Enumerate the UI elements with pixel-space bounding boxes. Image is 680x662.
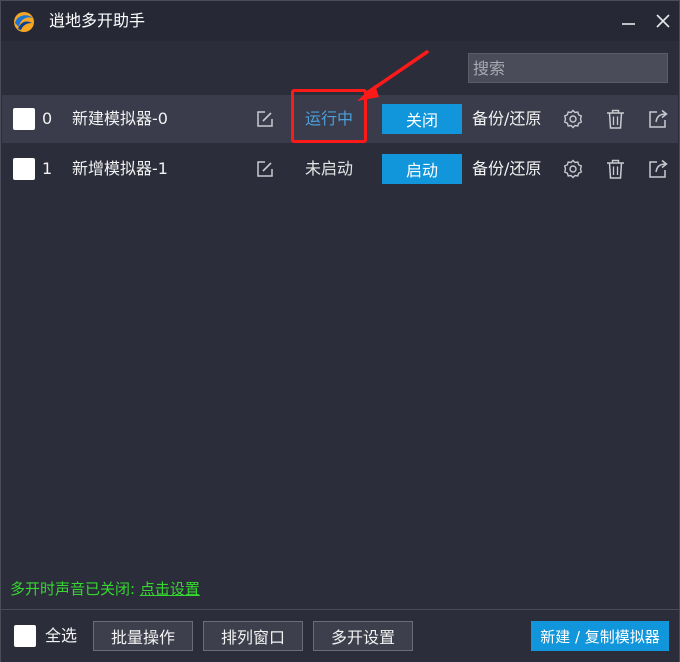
select-all-checkbox[interactable]	[14, 625, 36, 647]
backup-restore-link[interactable]: 备份/还原	[472, 145, 541, 193]
annotation-arrow-icon	[357, 50, 429, 101]
multi-open-settings-button[interactable]: 多开设置	[313, 621, 413, 651]
gear-icon[interactable]	[563, 109, 583, 129]
gear-icon[interactable]	[563, 159, 583, 179]
status-label: 未启动	[305, 159, 354, 178]
backup-restore-link[interactable]: 备份/还原	[472, 95, 541, 143]
sound-notice-text: 多开时声音已关闭:	[10, 580, 140, 598]
trash-icon[interactable]	[606, 159, 625, 179]
title-bar: 逍地多开助手	[1, 1, 679, 41]
minimize-icon[interactable]	[619, 11, 639, 31]
close-emulator-button[interactable]: 关闭	[382, 104, 462, 134]
share-icon[interactable]	[648, 109, 668, 129]
new-copy-emulator-button[interactable]: 新建 / 复制模拟器	[531, 621, 669, 651]
row-checkbox[interactable]	[13, 158, 35, 180]
trash-icon[interactable]	[606, 109, 625, 129]
row-checkbox[interactable]	[13, 108, 35, 130]
app-window: 逍地多开助手 0 新建模拟器-0 运行中 关闭 备份/还原	[0, 0, 680, 662]
app-logo-icon	[14, 12, 34, 32]
select-all-label[interactable]: 全选	[45, 610, 77, 662]
start-emulator-button[interactable]: 启动	[382, 154, 462, 184]
emulator-name: 新增模拟器-1	[72, 159, 168, 178]
batch-operation-button[interactable]: 批量操作	[93, 621, 193, 651]
emulator-name: 新建模拟器-0	[72, 109, 168, 128]
sound-settings-link[interactable]: 点击设置	[140, 580, 200, 598]
arrange-windows-button[interactable]: 排列窗口	[203, 621, 303, 651]
emulator-index: 0	[42, 109, 53, 128]
sound-notice: 多开时声音已关闭: 点击设置	[10, 577, 200, 601]
emulator-index: 1	[42, 159, 53, 178]
window-title: 逍地多开助手	[49, 11, 146, 30]
emulator-row[interactable]: 1 新增模拟器-1 未启动 启动 备份/还原	[2, 145, 678, 193]
footer-bar: 全选 批量操作 排列窗口 多开设置 新建 / 复制模拟器	[1, 609, 679, 662]
share-icon[interactable]	[648, 159, 668, 179]
edit-icon[interactable]	[256, 160, 274, 178]
close-icon[interactable]	[653, 11, 673, 31]
search-input[interactable]	[468, 53, 668, 83]
edit-icon[interactable]	[256, 110, 274, 128]
